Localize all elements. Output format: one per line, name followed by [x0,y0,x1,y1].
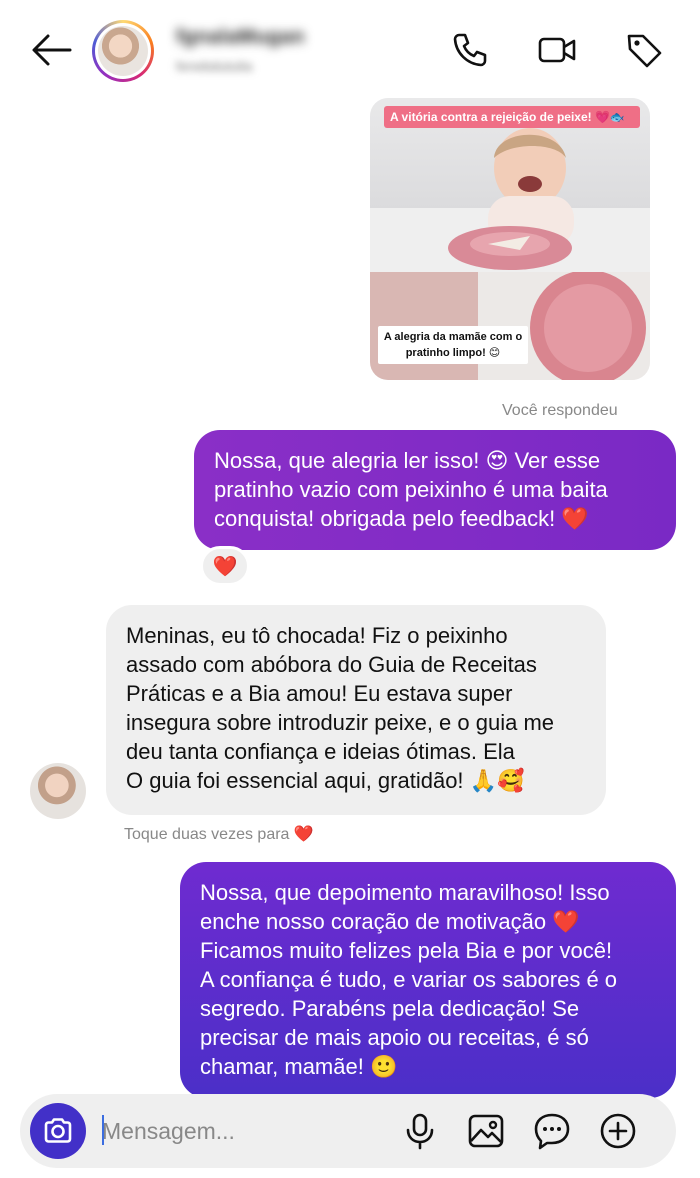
message-line: Ficamos muito felizes pela Bia e por voc… [200,938,613,963]
message-input[interactable] [102,1111,372,1151]
heart-reaction[interactable]: ❤️ [200,546,250,586]
microphone-icon[interactable] [400,1111,440,1151]
avatar-photo [98,26,148,76]
card-caption-bottom: A alegria da mamãe com o pratinho limpo!… [378,326,528,364]
sender-avatar[interactable] [30,763,86,819]
shared-post-card[interactable]: A vitória contra a rejeição de peixe! 💗🐟… [370,98,650,380]
message-line: O guia foi essencial aqui, gratidão! 🙏🥰 [126,768,525,793]
message-line: precisar de mais apoio ou receitas, é só [200,1025,589,1050]
chat-header: fgnalaMugan fenebdutulia [0,0,700,100]
message-text: Nossa, que alegria ler isso! 😍 Ver esse … [214,448,608,531]
message-composer [20,1094,676,1168]
heart-icon: ❤️ [212,555,238,578]
message-line: segredo. Parabéns pela dedicação! Se [200,996,580,1021]
text-cursor [102,1115,104,1145]
camera-button[interactable] [30,1103,86,1159]
message-line: enche nosso coração de motivação ❤️ [200,909,580,934]
card-caption-top: A vitória contra a rejeição de peixe! 💗🐟 [384,106,640,128]
you-replied-label: Você respondeu [502,402,618,419]
outgoing-message-bubble[interactable]: Nossa, que alegria ler isso! 😍 Ver esse … [194,430,676,550]
contact-avatar[interactable] [92,20,154,82]
message-line: Nossa, que depoimento maravilhoso! Isso [200,880,610,905]
message-line: chamar, mamãe! 🙂 [200,1054,398,1079]
camera-icon [44,1118,72,1143]
contact-username[interactable]: fgnalaMugan [176,26,305,49]
message-line: insegura sobre introduzir peixe, e o gui… [126,710,555,735]
tag-icon[interactable] [624,30,664,70]
phone-icon[interactable] [450,30,490,70]
message-line: Práticas e a Bia amou! Eu estava super [126,681,513,706]
incoming-message-bubble[interactable]: Meninas, eu tô chocada! Fiz o peixinho a… [106,605,606,815]
video-camera-icon[interactable] [537,30,577,70]
outgoing-message-bubble[interactable]: Nossa, que depoimento maravilhoso! Isso … [180,862,676,1098]
contact-handle: fenebdutulia [176,58,253,74]
message-line: A confiança é tudo, e variar os sabores … [200,967,618,992]
gallery-icon[interactable] [466,1111,506,1151]
back-arrow-icon[interactable] [30,32,72,68]
double-tap-hint: Toque duas vezes para ❤️ [124,826,314,843]
message-line: deu tanta confiança e ideias ótimas. Ela [126,739,515,764]
message-line: Meninas, eu tô chocada! Fiz o peixinho [126,623,508,648]
message-line: assado com abóbora do Guia de Receitas [126,652,537,677]
sticker-icon[interactable] [532,1111,572,1151]
plus-icon[interactable] [598,1111,638,1151]
